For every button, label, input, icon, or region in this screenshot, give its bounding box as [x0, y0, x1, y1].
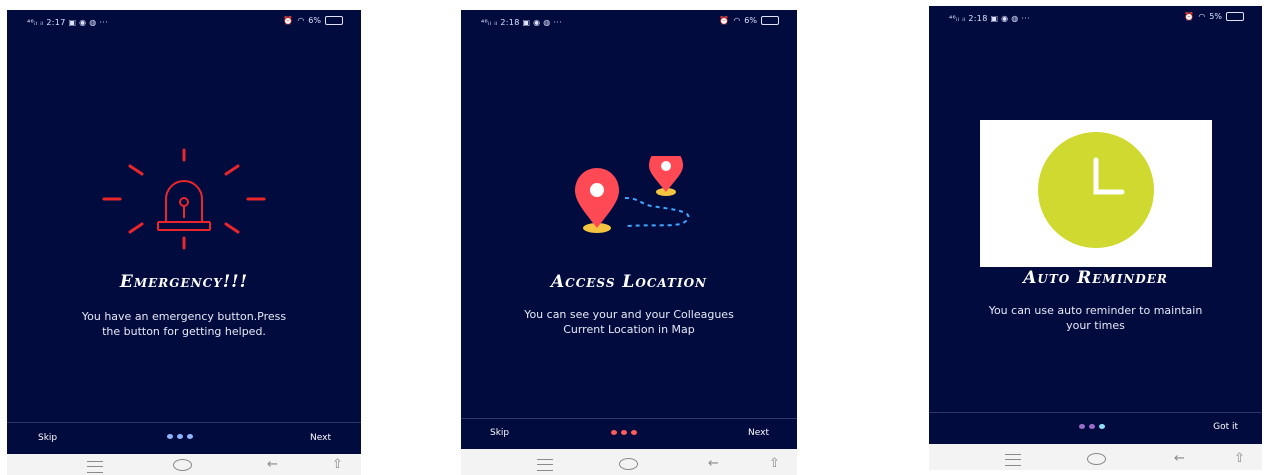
system-nav-bar: ← ⇧	[929, 444, 1262, 470]
battery-percent: 6%	[308, 16, 321, 25]
system-nav-bar: ← ⇧	[461, 449, 797, 475]
menu-icon[interactable]	[1005, 454, 1021, 466]
page-indicator	[167, 434, 193, 439]
more-notifications-icon: ···	[553, 18, 562, 27]
next-button[interactable]: Next	[310, 433, 331, 443]
back-icon[interactable]: ←	[708, 457, 719, 470]
home-icon[interactable]	[619, 458, 638, 470]
battery-icon	[761, 16, 779, 25]
map-pins-route-icon	[575, 156, 690, 233]
divider	[929, 412, 1262, 413]
battery-icon	[1226, 12, 1244, 21]
notification-icons: ▣ ◉ ◍	[522, 18, 551, 27]
next-button[interactable]: Next	[748, 428, 769, 438]
clock-icon	[1038, 132, 1154, 248]
wifi-icon: ◠	[297, 16, 305, 25]
onboarding-title: Access Location	[550, 272, 707, 292]
status-time: 2:17	[46, 18, 66, 27]
status-bar: ⁴⁶ᵢₗ ᵢₗ 2:18 ▣ ◉ ◍ ··· ⏰ ◠ 6%	[461, 10, 797, 32]
onboarding-title: Auto Reminder	[1023, 268, 1168, 288]
divider	[7, 422, 361, 423]
page-dot[interactable]	[1089, 424, 1095, 429]
signal-icon: ⁴⁶ᵢₗ ᵢₗ	[949, 14, 966, 23]
status-bar: ⁴⁶ᵢₗ ᵢₗ 2:17 ▣ ◉ ◍ ··· ⏰ ◠ 6%	[7, 10, 361, 32]
system-nav-bar: ← ⇧	[7, 454, 361, 475]
onboarding-title: Emergency!!!	[119, 272, 249, 292]
onboarding-screen-reminder: ⁴⁶ᵢₗ ᵢₗ 2:18 ▣ ◉ ◍ ··· ⏰ ◠ 5% Auto Remin…	[929, 6, 1262, 444]
battery-percent: 5%	[1209, 12, 1222, 21]
onboarding-description: You can use auto reminder to maintain yo…	[988, 304, 1203, 332]
home-icon[interactable]	[173, 459, 192, 471]
page-indicator	[611, 430, 637, 435]
back-icon[interactable]: ←	[1174, 452, 1185, 465]
page-indicator	[1079, 424, 1105, 429]
alarm-icon: ⏰	[283, 16, 294, 25]
alarm-siren-icon	[102, 148, 266, 250]
more-notifications-icon: ···	[1021, 14, 1030, 23]
wifi-icon: ◠	[1198, 12, 1206, 21]
page-dot[interactable]	[621, 430, 627, 435]
skip-button[interactable]: Skip	[490, 428, 509, 438]
page-dot[interactable]	[187, 434, 193, 439]
page-dot[interactable]	[1079, 424, 1085, 429]
page-dot[interactable]	[1099, 424, 1105, 429]
accessibility-icon[interactable]: ⇧	[1234, 452, 1245, 465]
divider	[461, 418, 797, 419]
reminder-illustration	[980, 120, 1212, 267]
got-it-button[interactable]: Got it	[1213, 422, 1238, 432]
menu-icon[interactable]	[87, 461, 103, 473]
signal-icon: ⁴⁶ᵢₗ ᵢₗ	[27, 18, 44, 27]
battery-percent: 6%	[744, 16, 757, 25]
onboarding-description: You can see your and your Colleagues Cur…	[524, 308, 734, 336]
page-dot[interactable]	[177, 434, 183, 439]
status-time: 2:18	[500, 18, 520, 27]
onboarding-screen-emergency: ⁴⁶ᵢₗ ᵢₗ 2:17 ▣ ◉ ◍ ··· ⏰ ◠ 6% Emergency!…	[7, 10, 361, 454]
home-icon[interactable]	[1087, 453, 1106, 465]
page-dot[interactable]	[631, 430, 637, 435]
alarm-icon: ⏰	[1184, 12, 1195, 21]
battery-icon	[325, 16, 343, 25]
alarm-icon: ⏰	[719, 16, 730, 25]
notification-icons: ▣ ◉ ◍	[990, 14, 1019, 23]
wifi-icon: ◠	[733, 16, 741, 25]
page-dot[interactable]	[611, 430, 617, 435]
back-icon[interactable]: ←	[267, 458, 278, 471]
notification-icons: ▣ ◉ ◍	[68, 18, 97, 27]
more-notifications-icon: ···	[99, 18, 108, 27]
status-bar: ⁴⁶ᵢₗ ᵢₗ 2:18 ▣ ◉ ◍ ··· ⏰ ◠ 5%	[929, 6, 1262, 28]
accessibility-icon[interactable]: ⇧	[332, 458, 343, 471]
menu-icon[interactable]	[537, 459, 553, 471]
skip-button[interactable]: Skip	[38, 433, 57, 443]
onboarding-description: You have an emergency button.Press the b…	[81, 310, 287, 338]
status-time: 2:18	[968, 14, 988, 23]
onboarding-screen-location: ⁴⁶ᵢₗ ᵢₗ 2:18 ▣ ◉ ◍ ··· ⏰ ◠ 6% Access Loc…	[461, 10, 797, 449]
accessibility-icon[interactable]: ⇧	[769, 457, 780, 470]
page-dot[interactable]	[167, 434, 173, 439]
signal-icon: ⁴⁶ᵢₗ ᵢₗ	[481, 18, 498, 27]
